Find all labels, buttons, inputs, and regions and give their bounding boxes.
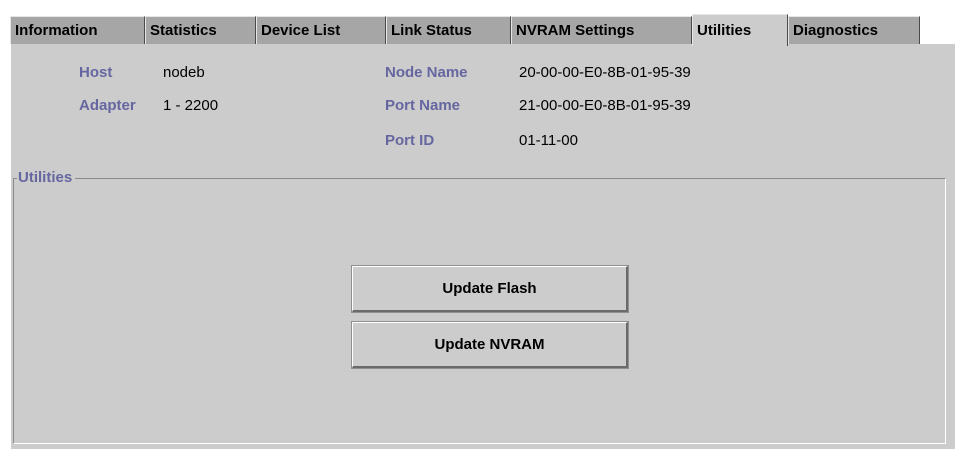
port-id-value: 01-11-00 xyxy=(519,132,578,149)
tab-device-list[interactable]: Device List xyxy=(256,16,386,44)
adapter-value: 1 - 2200 xyxy=(163,97,219,114)
tab-utilities[interactable]: Utilities xyxy=(692,14,788,46)
tab-nvram-settings[interactable]: NVRAM Settings xyxy=(511,16,692,44)
tab-statistics[interactable]: Statistics xyxy=(145,16,256,44)
update-nvram-button[interactable]: Update NVRAM xyxy=(351,321,629,369)
tab-information[interactable]: Information xyxy=(10,16,145,44)
port-name-label: Port Name xyxy=(385,97,461,114)
utilities-group: Utilities Update Flash Update NVRAM xyxy=(13,168,946,444)
port-id-label: Port ID xyxy=(385,132,435,149)
node-name-label: Node Name xyxy=(385,64,468,81)
utilities-panel: Host nodeb Adapter 1 - 2200 Node Name 20… xyxy=(10,44,955,449)
update-flash-button[interactable]: Update Flash xyxy=(351,265,629,313)
node-name-value: 20-00-00-E0-8B-01-95-39 xyxy=(519,64,691,81)
host-value: nodeb xyxy=(163,64,205,81)
tab-link-status[interactable]: Link Status xyxy=(386,16,511,44)
tab-strip: Information Statistics Device List Link … xyxy=(10,14,955,46)
tab-diagnostics[interactable]: Diagnostics xyxy=(788,16,920,44)
adapter-label: Adapter xyxy=(79,97,136,114)
utilities-group-title: Utilities xyxy=(17,168,76,188)
port-name-value: 21-00-00-E0-8B-01-95-39 xyxy=(519,97,691,114)
host-label: Host xyxy=(79,64,113,81)
